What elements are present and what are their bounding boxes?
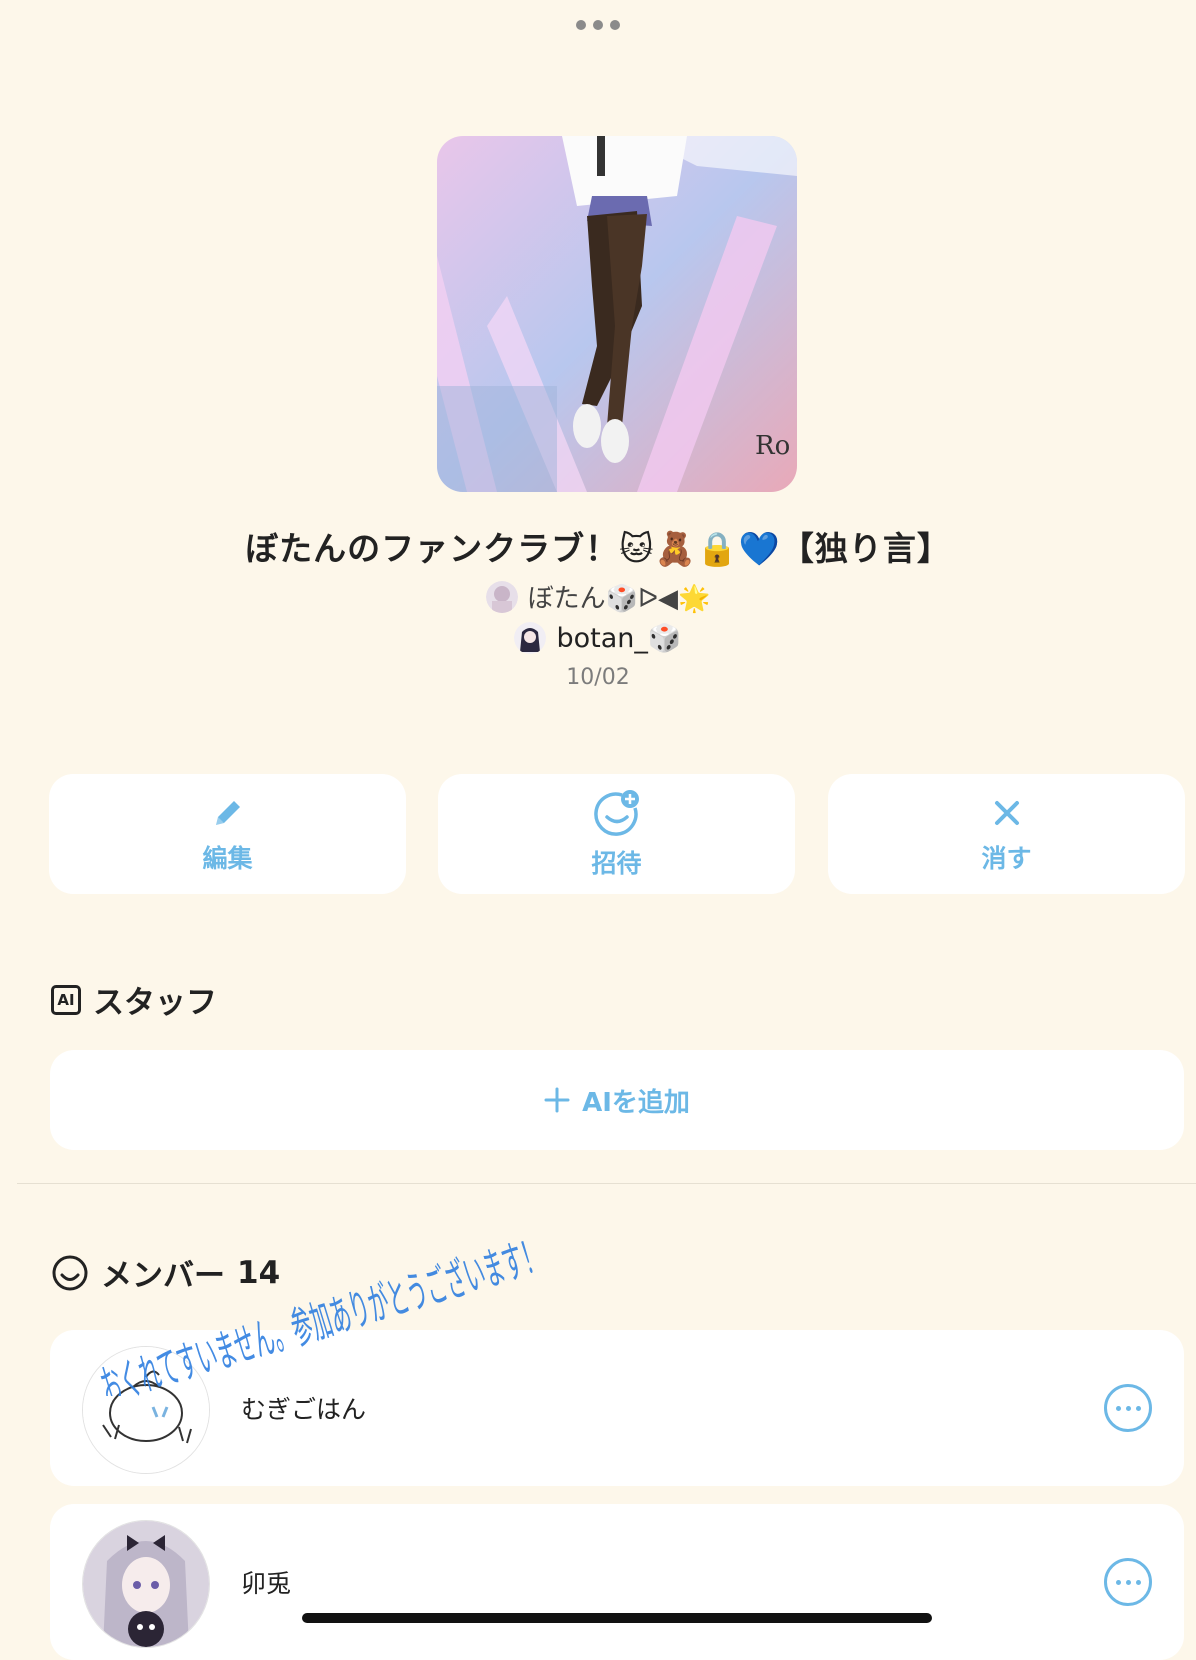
edit-label: 編集 (202, 844, 253, 873)
staff-heading-text: スタッフ (93, 985, 217, 1021)
smile-icon (52, 1255, 88, 1290)
member-name: むぎごはん (241, 1395, 367, 1424)
member-name: 卯兎 (241, 1569, 292, 1598)
group-cover-image: Ro (437, 136, 797, 492)
creator-row[interactable]: botan_🎲 (0, 622, 1196, 654)
delete-label: 消す (981, 844, 1032, 873)
more-icon[interactable] (1104, 1384, 1152, 1432)
creator-avatar (514, 622, 547, 654)
members-heading-text: メンバー (101, 1258, 225, 1294)
add-ai-button[interactable]: AIを追加 (50, 1050, 1184, 1150)
created-date: 10/02 (566, 665, 630, 690)
more-icon[interactable] (1104, 1558, 1152, 1606)
invite-smile-icon (593, 790, 639, 836)
creator-name: botan_🎲 (556, 623, 682, 654)
member-avatar (82, 1346, 210, 1474)
owner-row[interactable]: ぼたん🎲ᐅ◀︎🌟 (0, 578, 1196, 615)
svg-text:Ro: Ro (755, 431, 790, 461)
more-options-icon[interactable] (0, 10, 1196, 40)
member-row[interactable]: 卯兎 (50, 1504, 1184, 1660)
section-divider (17, 1183, 1196, 1184)
edit-button[interactable]: 編集 (49, 774, 406, 894)
member-row[interactable]: むぎごはん (50, 1330, 1184, 1486)
member-avatar (82, 1520, 210, 1648)
delete-button[interactable]: 消す (828, 774, 1185, 894)
add-ai-label: AIを追加 (582, 1087, 690, 1118)
invite-button[interactable]: 招待 (438, 774, 795, 894)
owner-name: ぼたん🎲ᐅ◀︎🌟 (527, 584, 711, 614)
pencil-icon (215, 801, 240, 825)
plus-icon (544, 1087, 570, 1113)
close-icon (994, 801, 1019, 825)
invite-label: 招待 (591, 849, 642, 878)
members-heading: メンバー 14 (51, 1250, 280, 1295)
ai-badge-icon: AI (51, 984, 81, 1015)
home-indicator[interactable] (302, 1613, 932, 1623)
staff-heading: AI スタッフ (51, 977, 217, 1022)
members-count: 14 (237, 1254, 281, 1291)
group-title: ぼたんのファンクラブ！🐱🧸🔒💙【独り言】 (245, 529, 951, 568)
owner-avatar (485, 580, 518, 613)
